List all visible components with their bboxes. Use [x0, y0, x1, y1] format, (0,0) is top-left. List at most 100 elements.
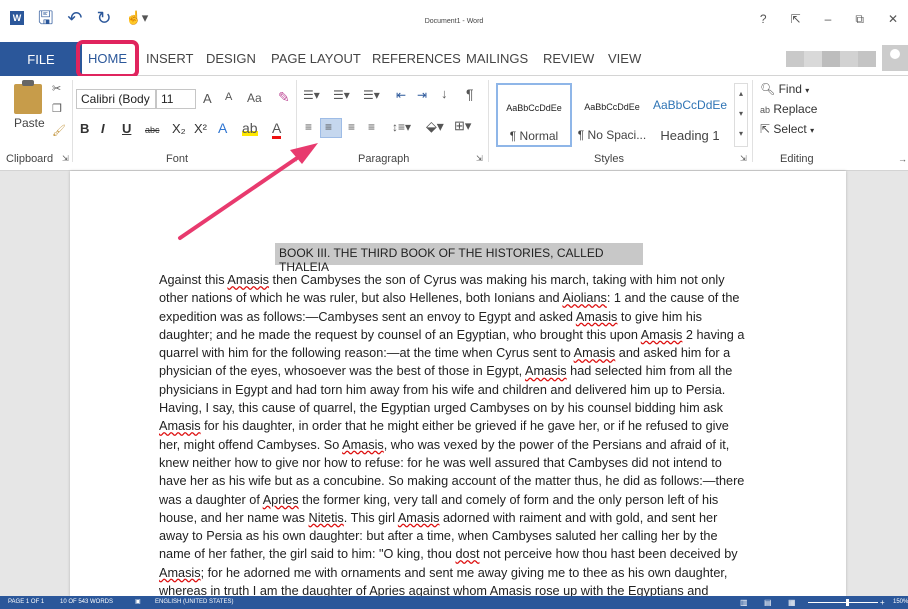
cut-icon[interactable]: ✂	[52, 82, 61, 95]
justify-icon[interactable]: ≡	[368, 120, 375, 134]
text-effects-icon[interactable]: A	[218, 120, 227, 136]
find-button[interactable]: 🔍︎ Find ▾	[760, 82, 809, 96]
text-line: name of her father, the girl said to him…	[159, 547, 738, 562]
spelling-flag[interactable]: Amasis	[525, 364, 567, 378]
divider	[752, 80, 753, 162]
zoom-in-icon[interactable]: +	[880, 596, 885, 609]
underline-button[interactable]: U	[122, 121, 131, 136]
highlight-icon[interactable]: ab	[242, 120, 258, 136]
tab-file[interactable]: FILE	[0, 42, 82, 76]
chevron-down-icon: ▾	[805, 86, 810, 95]
styles-launcher-icon[interactable]: ⇲	[740, 154, 747, 163]
tab-review[interactable]: REVIEW	[543, 51, 594, 66]
replace-icon: ab	[760, 105, 771, 115]
account-name[interactable]	[786, 51, 876, 67]
paste-icon[interactable]	[14, 80, 42, 114]
italic-button[interactable]: I	[101, 121, 105, 136]
text-line: have her as his wife but as a concubine.…	[159, 474, 745, 489]
status-bar: PAGE 1 OF 1 10 OF 543 WORDS ▣ ENGLISH (U…	[0, 596, 908, 609]
style-normal[interactable]: AaBbCcDdEe ¶ Normal	[496, 83, 572, 147]
restore-button[interactable]: ⧉	[855, 12, 864, 27]
align-left-icon[interactable]: ≡	[305, 120, 312, 134]
spelling-flag[interactable]: Amasis	[576, 310, 618, 324]
increase-indent-icon[interactable]: ⇥	[417, 88, 427, 102]
bold-button[interactable]: B	[80, 121, 89, 136]
font-group-label: Font	[166, 153, 189, 165]
spelling-flag[interactable]: Amasis	[641, 328, 683, 342]
tab-view[interactable]: VIEW	[608, 51, 641, 66]
tab-page-layout[interactable]: PAGE LAYOUT	[271, 51, 361, 66]
style-heading-1[interactable]: AaBbCcDdEe Heading 1	[652, 83, 728, 147]
text-line: Against this Amasis then Cambyses the so…	[159, 273, 725, 287]
tab-mailings[interactable]: MAILINGS	[466, 51, 528, 66]
spelling-flag[interactable]: Amasis	[342, 438, 384, 452]
superscript-button[interactable]: X²	[194, 121, 207, 136]
copy-icon[interactable]: ❐	[52, 102, 62, 115]
text-line: away to Persia as his own daughter: but …	[159, 529, 718, 544]
font-size-box[interactable]: 11	[156, 89, 196, 109]
spelling-flag[interactable]: dost	[455, 547, 479, 561]
spelling-flag[interactable]: Amasis	[227, 273, 269, 287]
read-mode-icon[interactable]: ▥	[740, 596, 748, 609]
ribbon-display-button[interactable]: ⇱	[791, 12, 801, 27]
clipboard-launcher-icon[interactable]: ⇲	[62, 154, 69, 163]
language-indicator[interactable]: ENGLISH (UNITED STATES)	[155, 596, 233, 609]
spelling-flag[interactable]: Aiolians	[562, 291, 606, 305]
minimize-button[interactable]: –	[825, 12, 832, 27]
spelling-flag[interactable]: Amasis	[398, 511, 440, 525]
close-button[interactable]: ✕	[888, 12, 898, 27]
proofing-icon[interactable]: ▣	[135, 596, 141, 609]
format-painter-icon[interactable]: 🖌	[52, 124, 66, 137]
shading-icon[interactable]: ⬙▾	[426, 118, 444, 135]
subscript-button[interactable]: X₂	[172, 121, 186, 136]
zoom-level[interactable]: 150%	[893, 596, 908, 609]
spelling-flag[interactable]: Apries	[263, 493, 299, 507]
borders-icon[interactable]: ⊞▾	[454, 118, 471, 134]
align-right-icon[interactable]: ≡	[348, 120, 355, 134]
change-case-button[interactable]: Aa	[247, 91, 262, 105]
page-count[interactable]: PAGE 1 OF 1	[8, 596, 44, 609]
help-button[interactable]: ?	[760, 12, 767, 27]
styles-scroll[interactable]: ▴ ▾ ▾	[734, 83, 748, 147]
zoom-slider-thumb[interactable]	[846, 599, 849, 606]
divider	[296, 80, 297, 162]
zoom-slider[interactable]	[808, 602, 878, 603]
bullets-icon[interactable]: ☰▾	[303, 88, 320, 102]
tab-references[interactable]: REFERENCES	[372, 51, 461, 66]
font-color-icon[interactable]: A	[272, 120, 282, 139]
select-button[interactable]: ⇱ Select ▾	[760, 122, 814, 136]
spelling-flag[interactable]: Amasis	[574, 346, 616, 360]
paste-button[interactable]: Paste	[14, 116, 45, 130]
style-name: Heading 1	[660, 128, 720, 143]
text-line: Amasis; for he adorned me with ornaments…	[159, 565, 728, 580]
document-body[interactable]: Against this Amasis then Cambyses the so…	[159, 271, 759, 600]
replace-button[interactable]: ab Replace	[760, 102, 817, 116]
decrease-indent-icon[interactable]: ⇤	[396, 88, 406, 102]
spelling-flag[interactable]: Amasis	[159, 566, 201, 580]
grow-font-button[interactable]: A	[203, 91, 212, 106]
collapse-ribbon-icon[interactable]: →	[898, 154, 907, 164]
line-spacing-icon[interactable]: ↕≡▾	[392, 120, 411, 134]
print-layout-icon[interactable]: ▤	[764, 596, 772, 609]
text-line: knew neither how to give nor how to refu…	[159, 455, 722, 470]
word-count[interactable]: 10 OF 543 WORDS	[60, 596, 113, 609]
document-heading[interactable]: BOOK III. THE THIRD BOOK OF THE HISTORIE…	[275, 243, 643, 274]
tab-insert[interactable]: INSERT	[146, 51, 193, 66]
web-layout-icon[interactable]: ▦	[788, 596, 796, 609]
paragraph-launcher-icon[interactable]: ⇲	[476, 154, 483, 163]
style-no-spacing[interactable]: AaBbCcDdEe ¶ No Spaci...	[574, 83, 650, 147]
avatar[interactable]	[882, 45, 908, 71]
shrink-font-button[interactable]: A	[225, 91, 232, 103]
tab-design[interactable]: DESIGN	[206, 51, 256, 66]
font-name-box[interactable]: Calibri (Body	[76, 89, 156, 109]
sort-icon[interactable]: ↓	[441, 86, 448, 101]
show-formatting-icon[interactable]: ¶	[466, 86, 474, 102]
divider	[72, 80, 73, 162]
strikethrough-button[interactable]: abc	[145, 125, 160, 135]
multilevel-list-icon[interactable]: ☰▾	[363, 88, 380, 102]
spelling-flag[interactable]: Nitetis	[309, 511, 344, 525]
spelling-flag[interactable]: Amasis	[159, 419, 201, 433]
numbering-icon[interactable]: ☰▾	[333, 88, 350, 102]
home-tab-highlight-box	[76, 40, 139, 78]
clear-formatting-icon[interactable]: ✎	[278, 89, 290, 106]
